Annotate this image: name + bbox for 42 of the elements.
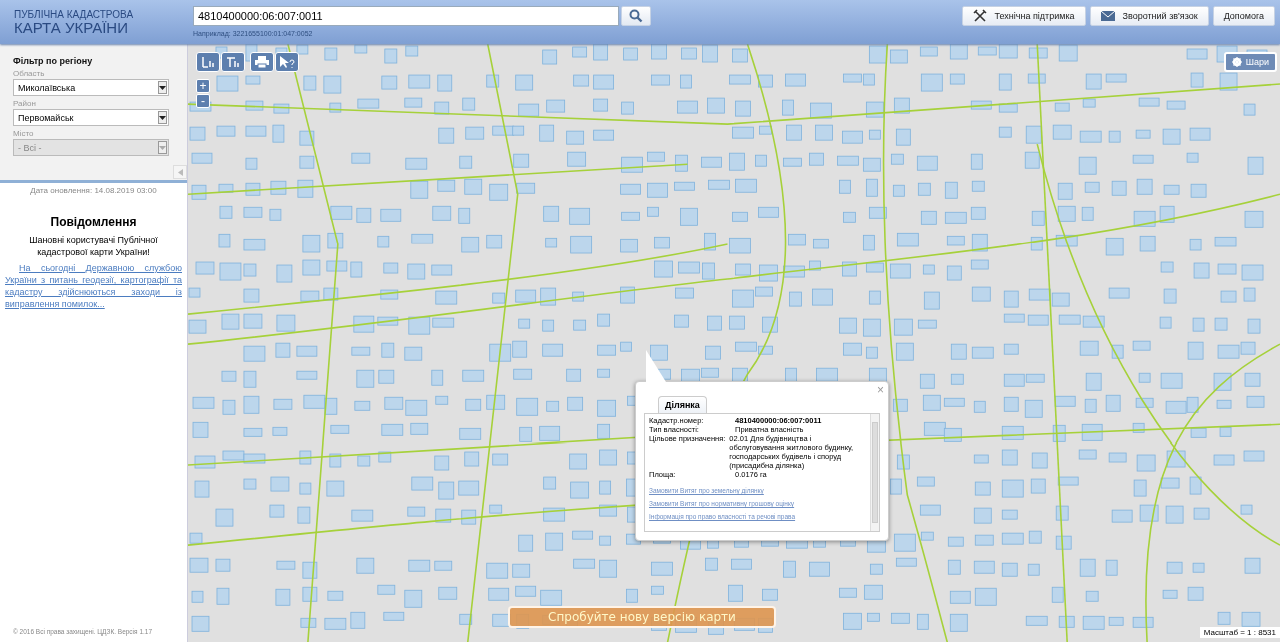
new-version-button[interactable]: Спробуйте нову версію карти (508, 606, 776, 628)
scrollbar[interactable] (870, 414, 879, 531)
search-field[interactable]: 4810400000:06:007:0011 (193, 6, 619, 26)
print-button[interactable] (250, 52, 274, 72)
header-button[interactable]: Технічна підтримка (961, 6, 1086, 26)
tools-icon (972, 9, 987, 23)
filter-title: Фільтр по регіону (13, 56, 94, 66)
field-label: Область (13, 69, 46, 78)
area-button[interactable] (221, 52, 245, 72)
collapse-arrow-icon (177, 168, 183, 176)
close-button[interactable]: × (877, 384, 884, 396)
search-button[interactable] (621, 6, 651, 26)
collapse-button[interactable] (173, 165, 187, 179)
parcel-tab[interactable]: Ділянка (658, 396, 707, 413)
zoom-button[interactable]: + (196, 79, 210, 93)
cursor-question-icon (278, 55, 296, 69)
printer-icon (254, 55, 270, 69)
scale-label: Масштаб = 1 : 8531 (1199, 627, 1280, 638)
caret-icon (159, 145, 166, 150)
field-label: Район (13, 99, 37, 108)
area-measure-icon (227, 57, 239, 67)
logo-title: КАРТА УКРАЇНИ (14, 20, 128, 36)
search-icon (629, 9, 643, 23)
layers-button[interactable]: Шари (1223, 52, 1277, 72)
identify-button[interactable] (275, 52, 299, 72)
notice-text: Шановні користувачі Публічної кадастрової карти України! (28, 234, 159, 258)
update-date: Дата оновлення: 14.08.2019 03:00 (29, 186, 158, 195)
region-dropdown[interactable]: Первомайськ (13, 109, 169, 126)
notice-link[interactable]: На сьогодні Державною службою України з питань геодезії, картографії та кадастру здійснюються заходи із виправлення помилок... (5, 262, 182, 310)
caret-icon (159, 115, 166, 120)
ruler-button[interactable] (196, 52, 220, 72)
field-label: Місто (13, 129, 35, 138)
envelope-icon (1100, 11, 1115, 21)
caret-icon (159, 85, 166, 90)
region-dropdown[interactable]: Миколаївська (13, 79, 169, 96)
header-button[interactable]: Допомога (1212, 6, 1275, 26)
ruler-icon (202, 56, 214, 68)
notice-title: Повідомлення (49, 215, 138, 229)
header-button[interactable]: Зворотний зв'язок (1089, 6, 1209, 26)
gear-icon (1231, 57, 1242, 67)
logo-text: ПУБЛІЧНА КАДАСТРОВА (14, 9, 135, 20)
zoom-button[interactable]: - (196, 94, 210, 108)
